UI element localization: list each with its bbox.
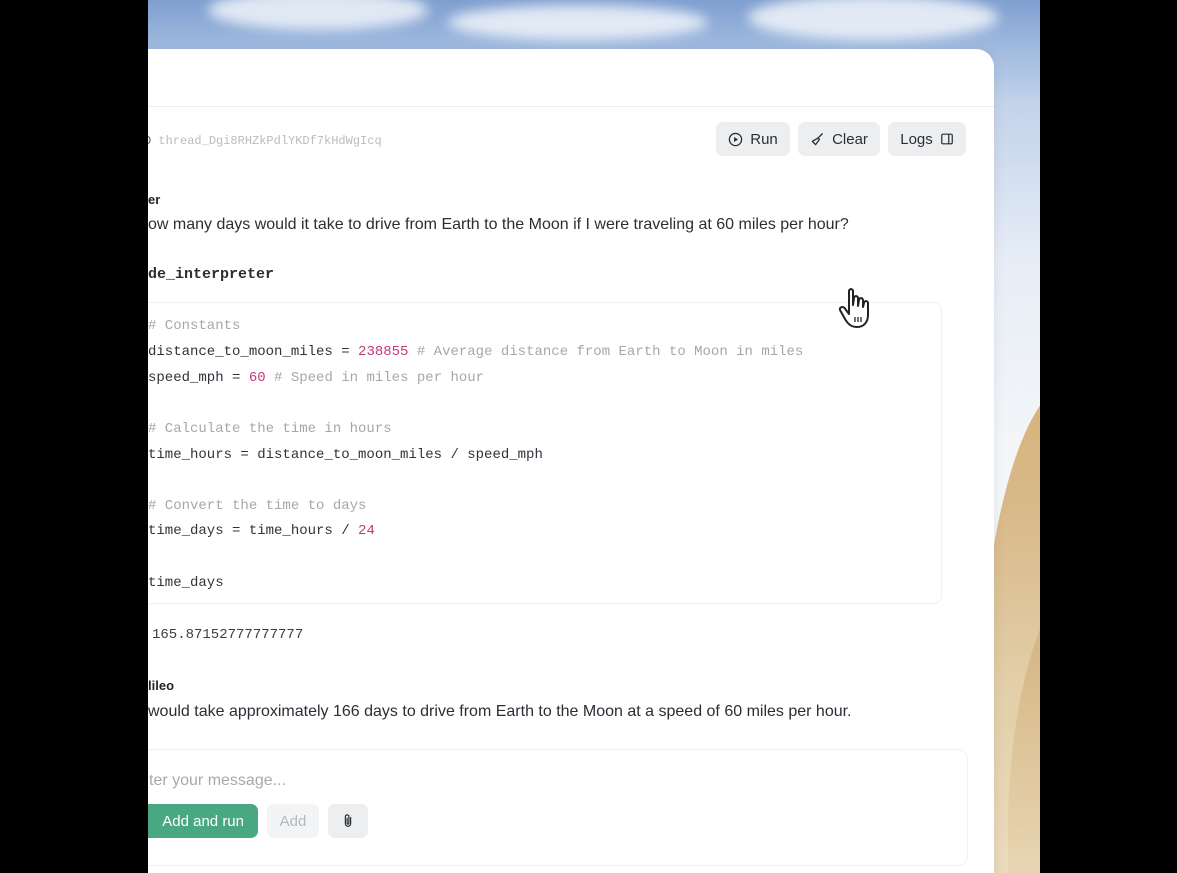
assistant-message: would take approximately 166 days to dri… [148, 703, 852, 720]
hand-pointer-cursor-icon [838, 288, 869, 328]
cloud [208, 0, 428, 30]
logs-button[interactable]: Logs [888, 122, 966, 156]
code-line: speed_mph = 60 # Speed in miles per hour [148, 370, 485, 386]
thread-id-value[interactable]: thread_Dgi8RHZkPdlYKDf7kHdWgIcq [158, 134, 381, 148]
thread-id: D thread_Dgi8RHZkPdlYKDf7kHdWgIcq [148, 134, 382, 148]
run-label: Run [750, 130, 778, 148]
cloud [448, 5, 708, 40]
paperclip-icon [344, 814, 352, 827]
code-line: distance_to_moon_miles = 238855 # Averag… [148, 344, 804, 360]
add-and-run-label: Add and run [162, 812, 244, 830]
message-input[interactable] [149, 772, 749, 790]
cloud [748, 0, 998, 40]
window-header [148, 49, 994, 107]
code-line: # Constants [148, 318, 241, 334]
assistant-role-label: lileo [148, 678, 175, 693]
broom-icon [811, 132, 823, 145]
user-message: ow many days would it take to drive from… [148, 216, 849, 233]
code-line: time_hours = distance_to_moon_miles / sp… [148, 447, 543, 463]
desktop-wallpaper: D thread_Dgi8RHZkPdlYKDf7kHdWgIcq Run Cl… [148, 0, 1040, 873]
code-line: # Calculate the time in hours [148, 421, 392, 437]
logs-label: Logs [900, 130, 933, 148]
add-and-run-button[interactable]: Add and run [148, 804, 258, 838]
clear-label: Clear [832, 130, 868, 148]
code-line: # Convert the time to days [148, 498, 367, 514]
thread-bar: D thread_Dgi8RHZkPdlYKDf7kHdWgIcq Run Cl… [148, 122, 994, 158]
sidebar-panel-icon [940, 133, 953, 145]
add-label: Add [279, 812, 307, 830]
code-output: 165.87152777777777 [152, 627, 304, 643]
add-button[interactable]: Add [267, 804, 319, 838]
thread-label-fragment: D [148, 134, 151, 148]
run-button[interactable]: Run [716, 122, 790, 156]
play-circle-icon [728, 132, 743, 146]
user-role-label: er [148, 192, 161, 207]
playground-window: D thread_Dgi8RHZkPdlYKDf7kHdWgIcq Run Cl… [148, 49, 994, 873]
code-line: time_days [148, 575, 224, 591]
code-line: time_days = time_hours / 24 [148, 523, 375, 539]
tool-name: de_interpreter [148, 266, 275, 283]
attach-button[interactable] [328, 804, 368, 838]
clear-button[interactable]: Clear [798, 122, 880, 156]
